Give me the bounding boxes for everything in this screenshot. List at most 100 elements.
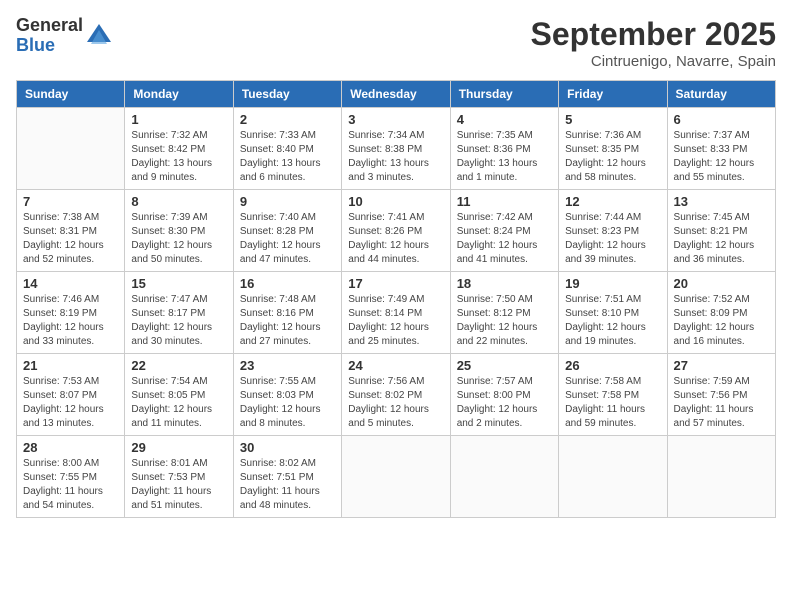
calendar-cell: 1 Sunrise: 7:32 AMSunset: 8:42 PMDaylight…: [125, 108, 233, 190]
day-info: Sunrise: 7:56 AMSunset: 8:02 PMDaylight:…: [348, 375, 443, 431]
header: General Blue September 2025 Cintruenigo,…: [16, 16, 776, 70]
calendar-cell: 17 Sunrise: 7:49 AMSunset: 8:14 PMDayligh…: [342, 272, 450, 354]
calendar-week-row: 1 Sunrise: 7:32 AMSunset: 8:42 PMDaylight…: [17, 108, 776, 190]
day-info: Sunrise: 7:57 AMSunset: 8:00 PMDaylight:…: [457, 375, 552, 431]
day-number: 4: [457, 112, 552, 127]
day-number: 23: [240, 358, 335, 373]
day-info: Sunrise: 7:45 AMSunset: 8:21 PMDaylight:…: [674, 211, 769, 267]
calendar-cell: 8 Sunrise: 7:39 AMSunset: 8:30 PMDaylight…: [125, 190, 233, 272]
day-info: Sunrise: 7:59 AMSunset: 7:56 PMDaylight:…: [674, 375, 769, 431]
logo-general-text: General: [16, 16, 83, 36]
day-number: 14: [23, 276, 118, 291]
day-info: Sunrise: 7:51 AMSunset: 8:10 PMDaylight:…: [565, 293, 660, 349]
calendar-cell: 11 Sunrise: 7:42 AMSunset: 8:24 PMDayligh…: [450, 190, 558, 272]
day-number: 8: [131, 194, 226, 209]
title-section: September 2025 Cintruenigo, Navarre, Spa…: [531, 16, 776, 70]
day-info: Sunrise: 7:49 AMSunset: 8:14 PMDaylight:…: [348, 293, 443, 349]
calendar-cell: 21 Sunrise: 7:53 AMSunset: 8:07 PMDayligh…: [17, 354, 125, 436]
calendar-cell: 20 Sunrise: 7:52 AMSunset: 8:09 PMDayligh…: [667, 272, 775, 354]
calendar-cell: 27 Sunrise: 7:59 AMSunset: 7:56 PMDayligh…: [667, 354, 775, 436]
calendar-cell: 4 Sunrise: 7:35 AMSunset: 8:36 PMDaylight…: [450, 108, 558, 190]
day-info: Sunrise: 7:35 AMSunset: 8:36 PMDaylight:…: [457, 129, 552, 185]
day-number: 18: [457, 276, 552, 291]
calendar-cell: 10Sunrise: 7:41 AMSunset: 8:26 PMDayligh…: [342, 190, 450, 272]
calendar-week-row: 28Sunrise: 8:00 AMSunset: 7:55 PMDayligh…: [17, 436, 776, 518]
calendar-cell: [667, 436, 775, 518]
day-number: 15: [131, 276, 226, 291]
day-info: Sunrise: 7:40 AMSunset: 8:28 PMDaylight:…: [240, 211, 335, 267]
calendar-cell: 7 Sunrise: 7:38 AMSunset: 8:31 PMDaylight…: [17, 190, 125, 272]
day-number: 21: [23, 358, 118, 373]
day-info: Sunrise: 7:41 AMSunset: 8:26 PMDaylight:…: [348, 211, 443, 267]
calendar-cell: [559, 436, 667, 518]
day-info: Sunrise: 7:53 AMSunset: 8:07 PMDaylight:…: [23, 375, 118, 431]
day-info: Sunrise: 7:48 AMSunset: 8:16 PMDaylight:…: [240, 293, 335, 349]
calendar-week-row: 7 Sunrise: 7:38 AMSunset: 8:31 PMDaylight…: [17, 190, 776, 272]
calendar-week-row: 21 Sunrise: 7:53 AMSunset: 8:07 PMDayligh…: [17, 354, 776, 436]
calendar-cell: 2 Sunrise: 7:33 AMSunset: 8:40 PMDaylight…: [233, 108, 341, 190]
day-number: 24: [348, 358, 443, 373]
day-number: 16: [240, 276, 335, 291]
day-number: 20: [674, 276, 769, 291]
day-number: 17: [348, 276, 443, 291]
day-number: 30: [240, 440, 335, 455]
calendar-cell: 6 Sunrise: 7:37 AMSunset: 8:33 PMDaylight…: [667, 108, 775, 190]
day-info: Sunrise: 7:36 AMSunset: 8:35 PMDaylight:…: [565, 129, 660, 185]
day-number: 5: [565, 112, 660, 127]
calendar-cell: 24 Sunrise: 7:56 AMSunset: 8:02 PMDayligh…: [342, 354, 450, 436]
day-number: 13: [674, 194, 769, 209]
calendar-cell: [17, 108, 125, 190]
day-number: 29: [131, 440, 226, 455]
day-info: Sunrise: 7:47 AMSunset: 8:17 PMDaylight:…: [131, 293, 226, 349]
month-title: September 2025: [531, 16, 776, 53]
day-number: 28: [23, 440, 118, 455]
day-info: Sunrise: 7:55 AMSunset: 8:03 PMDaylight:…: [240, 375, 335, 431]
day-number: 7: [23, 194, 118, 209]
calendar-cell: 5 Sunrise: 7:36 AMSunset: 8:35 PMDaylight…: [559, 108, 667, 190]
day-info: Sunrise: 7:46 AMSunset: 8:19 PMDaylight:…: [23, 293, 118, 349]
calendar-cell: 13 Sunrise: 7:45 AMSunset: 8:21 PMDayligh…: [667, 190, 775, 272]
day-number: 25: [457, 358, 552, 373]
day-info: Sunrise: 7:38 AMSunset: 8:31 PMDaylight:…: [23, 211, 118, 267]
calendar-week-row: 14 Sunrise: 7:46 AMSunset: 8:19 PMDayligh…: [17, 272, 776, 354]
day-number: 6: [674, 112, 769, 127]
calendar-cell: 30 Sunrise: 8:02 AMSunset: 7:51 PMDayligh…: [233, 436, 341, 518]
day-number: 27: [674, 358, 769, 373]
day-info: Sunrise: 7:32 AMSunset: 8:42 PMDaylight:…: [131, 129, 226, 185]
day-number: 11: [457, 194, 552, 209]
day-info: Sunrise: 7:52 AMSunset: 8:09 PMDaylight:…: [674, 293, 769, 349]
logo: General Blue: [16, 16, 113, 56]
day-number: 22: [131, 358, 226, 373]
weekday-header: Thursday: [450, 81, 558, 108]
calendar-cell: 19 Sunrise: 7:51 AMSunset: 8:10 PMDayligh…: [559, 272, 667, 354]
weekday-header: Friday: [559, 81, 667, 108]
day-info: Sunrise: 7:58 AMSunset: 7:58 PMDaylight:…: [565, 375, 660, 431]
calendar-cell: 28Sunrise: 8:00 AMSunset: 7:55 PMDayligh…: [17, 436, 125, 518]
calendar-table: SundayMondayTuesdayWednesdayThursdayFrid…: [16, 80, 776, 518]
calendar-cell: 22 Sunrise: 7:54 AMSunset: 8:05 PMDayligh…: [125, 354, 233, 436]
calendar-cell: 18Sunrise: 7:50 AMSunset: 8:12 PMDayligh…: [450, 272, 558, 354]
weekday-header-row: SundayMondayTuesdayWednesdayThursdayFrid…: [17, 81, 776, 108]
calendar-cell: 15 Sunrise: 7:47 AMSunset: 8:17 PMDayligh…: [125, 272, 233, 354]
day-info: Sunrise: 7:39 AMSunset: 8:30 PMDaylight:…: [131, 211, 226, 267]
day-info: Sunrise: 7:37 AMSunset: 8:33 PMDaylight:…: [674, 129, 769, 185]
calendar-cell: [450, 436, 558, 518]
day-number: 1: [131, 112, 226, 127]
day-number: 2: [240, 112, 335, 127]
day-info: Sunrise: 7:42 AMSunset: 8:24 PMDaylight:…: [457, 211, 552, 267]
day-info: Sunrise: 8:02 AMSunset: 7:51 PMDaylight:…: [240, 457, 335, 513]
day-number: 19: [565, 276, 660, 291]
day-info: Sunrise: 7:54 AMSunset: 8:05 PMDaylight:…: [131, 375, 226, 431]
weekday-header: Wednesday: [342, 81, 450, 108]
weekday-header: Tuesday: [233, 81, 341, 108]
weekday-header: Monday: [125, 81, 233, 108]
calendar-cell: 16 Sunrise: 7:48 AMSunset: 8:16 PMDayligh…: [233, 272, 341, 354]
calendar-cell: 29Sunrise: 8:01 AMSunset: 7:53 PMDayligh…: [125, 436, 233, 518]
day-number: 9: [240, 194, 335, 209]
day-info: Sunrise: 7:34 AMSunset: 8:38 PMDaylight:…: [348, 129, 443, 185]
day-number: 12: [565, 194, 660, 209]
calendar-cell: 26Sunrise: 7:58 AMSunset: 7:58 PMDayligh…: [559, 354, 667, 436]
calendar-cell: 25 Sunrise: 7:57 AMSunset: 8:00 PMDayligh…: [450, 354, 558, 436]
weekday-header: Saturday: [667, 81, 775, 108]
day-info: Sunrise: 7:33 AMSunset: 8:40 PMDaylight:…: [240, 129, 335, 185]
